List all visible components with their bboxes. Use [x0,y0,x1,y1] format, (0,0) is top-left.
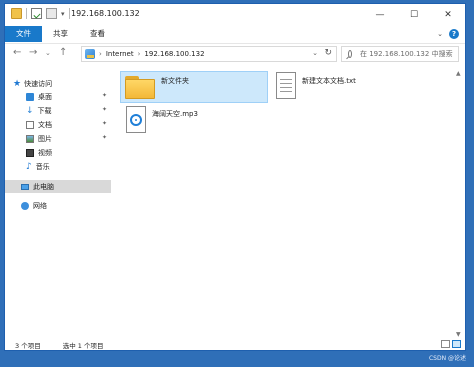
breadcrumb-separator: › [99,50,102,58]
sidebar-item-label: 视频 [38,148,52,157]
sidebar-item-label: 网络 [33,201,47,210]
sidebar-item-label: 图片 [38,134,52,143]
status-bar: 3 个项目 选中 1 个项目 [5,339,465,351]
sidebar-item-videos[interactable]: 视频 [5,146,111,159]
tab-file[interactable]: 文件 [5,26,42,42]
network-icon [21,201,29,210]
large-icons-view-icon[interactable] [452,340,461,348]
vertical-scrollbar[interactable]: ▲ ▼ [455,68,465,340]
pin-icon[interactable]: ✦ [102,120,107,127]
item-count: 3 个项目 [15,342,41,350]
folder-icon [11,8,22,19]
forward-button[interactable]: → [29,47,37,58]
breadcrumb-internet[interactable]: Internet [106,50,134,58]
window-controls: — ☐ ✕ [363,4,465,26]
file-item-folder[interactable]: 新文件夹 [120,71,268,103]
sidebar-item-label: 音乐 [35,162,50,171]
file-list: 新文件夹 新建文本文档.txt 海阔天空.mp3 [117,68,443,340]
navigation-pane: ★ 快速访问 桌面 ✦ ↓ 下载 ✦ 文档 ✦ 图片 ✦ 视频 ♪ 音乐 此电脑… [5,68,111,340]
sidebar-item-desktop[interactable]: 桌面 ✦ [5,90,111,103]
download-icon: ↓ [26,105,34,116]
explorer-window: ▾ 192.168.100.132 — ☐ ✕ 文件 主页 共享 查看 ⌄ ? … [4,3,466,351]
search-input[interactable] [358,49,458,59]
sidebar-item-music[interactable]: ♪ 音乐 [5,160,111,173]
breadcrumb-host[interactable]: 192.168.100.132 [144,50,204,58]
document-icon [26,120,34,129]
pin-icon[interactable]: ✦ [102,92,107,99]
file-name: 新文件夹 [161,77,189,85]
search-box[interactable] [341,46,459,62]
sidebar-item-quick-access[interactable]: ★ 快速访问 [5,77,111,90]
pin-icon[interactable]: ✦ [102,106,107,113]
file-name: 海阔天空.mp3 [152,110,198,118]
sidebar-item-label: 快速访问 [24,79,53,88]
sidebar-item-label: 此电脑 [33,182,54,191]
sidebar-item-this-pc[interactable]: 此电脑 [5,180,111,193]
file-item-text[interactable]: 新建文本文档.txt [274,72,424,104]
minimize-button[interactable]: — [363,4,397,26]
star-icon: ★ [13,78,22,89]
sidebar-item-network[interactable]: 网络 [5,199,111,212]
up-button[interactable]: ↑ [59,47,67,58]
help-icon[interactable]: ? [449,29,459,39]
file-name: 新建文本文档.txt [302,77,356,85]
window-title: 192.168.100.132 [71,9,140,18]
view-switcher [441,340,461,348]
sidebar-item-pictures[interactable]: 图片 ✦ [5,132,111,145]
breadcrumb-separator: › [137,50,141,58]
folder-icon [125,76,155,99]
toolbar-divider [68,8,70,19]
sidebar-item-downloads[interactable]: ↓ 下载 ✦ [5,104,111,117]
scroll-down-icon[interactable]: ▼ [456,331,461,338]
navigation-bar: ← → ⌄ ↑ › Internet › 192.168.100.132 ⌄ ↻ [5,43,465,66]
maximize-button[interactable]: ☐ [397,4,431,26]
selection-count: 选中 1 个项目 [62,342,104,350]
this-pc-icon [21,183,29,190]
properties-icon[interactable] [31,8,42,19]
customize-toolbar-chevron-icon[interactable]: ▾ [61,10,65,18]
scroll-up-icon[interactable]: ▲ [456,70,461,77]
search-icon [348,50,352,58]
text-file-icon [276,72,296,99]
sidebar-item-label: 桌面 [38,92,52,101]
new-folder-icon[interactable] [46,8,57,19]
watermark: CSDN @论述 [428,355,466,362]
music-icon: ♪ [26,161,32,172]
tab-view[interactable]: 查看 [79,26,116,42]
title-bar[interactable]: ▾ 192.168.100.132 — ☐ ✕ [5,4,465,26]
sidebar-item-label: 下载 [37,106,52,115]
details-view-icon[interactable] [441,340,450,348]
back-button[interactable]: ← [13,47,21,58]
pictures-icon [26,134,34,143]
network-location-icon [85,49,95,59]
video-icon [26,148,34,157]
sidebar-item-label: 文档 [38,120,52,129]
recent-locations-chevron-icon[interactable]: ⌄ [45,49,51,57]
audio-file-icon [126,106,146,133]
quick-access-toolbar: ▾ [11,8,70,19]
close-button[interactable]: ✕ [431,4,465,26]
expand-ribbon-chevron-icon[interactable]: ⌄ [437,30,443,38]
tab-share[interactable]: 共享 [42,26,79,42]
pin-icon[interactable]: ✦ [102,134,107,141]
ribbon-tabs: 文件 主页 共享 查看 [5,26,465,42]
address-bar[interactable]: › Internet › 192.168.100.132 ⌄ ↻ [81,46,337,62]
sidebar-item-documents[interactable]: 文档 ✦ [5,118,111,131]
desktop-icon [26,92,34,101]
address-dropdown-chevron-icon[interactable]: ⌄ [312,49,318,57]
refresh-icon[interactable]: ↻ [324,48,332,58]
file-item-audio[interactable]: 海阔天空.mp3 [120,104,268,136]
toolbar-divider [26,8,27,19]
